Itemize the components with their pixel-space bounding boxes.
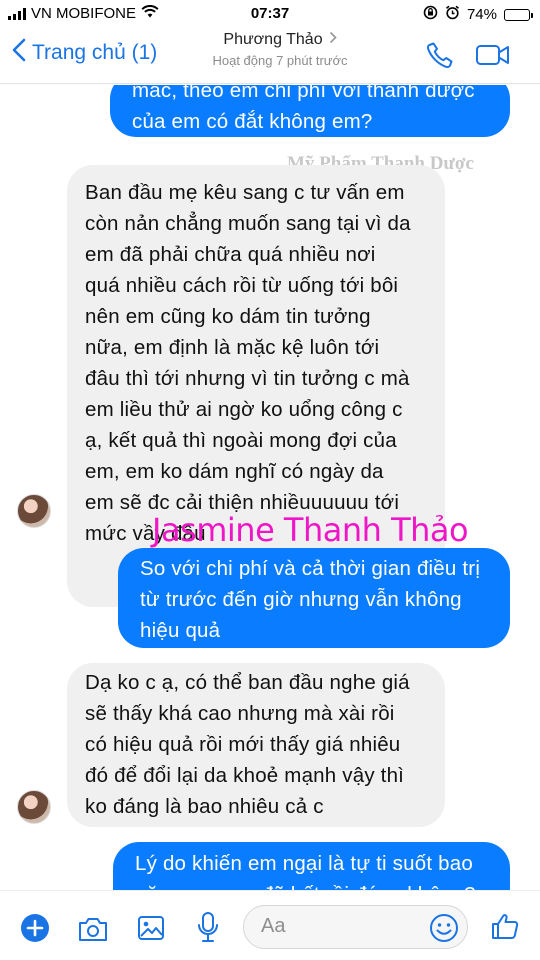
message-line: ko đáng là bao nhiêu cả c [85,795,324,818]
message-line: đâu thì tới nhưng vì tin tưởng c mà [85,367,410,390]
signature-text: Jasmine Thanh Thảo [152,511,469,549]
message-bubble-outgoing: So với chi phí và cả thời gian điều trị … [118,548,510,648]
phone-icon[interactable] [424,39,456,76]
message-line: đó để đổi lại da khoẻ mạnh vậy thì [85,764,405,787]
message-line: em đã phải chữa quá nhiều nơi [85,243,376,266]
contact-name: Phương Thảo [223,31,323,48]
composer-bar [0,890,540,960]
message-line: em liều thử ai ngờ ko uổng công c [85,398,403,421]
message-bubble-outgoing: Lý do khiến em ngại là tự ti suốt bao nă… [113,842,510,890]
contact-info[interactable]: Phương Thảo Hoạt động 7 phút trước [0,31,540,68]
contact-status: Hoạt động 7 phút trước [212,53,348,68]
camera-icon[interactable] [77,915,109,948]
message-line: nên em cũng ko dám tin tưởng [85,305,371,328]
message-line: Ban đầu mẹ kêu sang c tư vấn em [85,181,405,204]
contact-avatar[interactable] [17,790,51,824]
message-input[interactable] [261,915,411,938]
message-line: mắc, theo em chi phí với thanh dược [132,85,475,102]
plus-icon[interactable] [20,913,50,948]
message-bubble-incoming: Dạ ko c ạ, có thể ban đầu nghe giá sẽ th… [67,663,445,827]
message-line: ạ, kết quả thì ngoài mong đợi của [85,429,397,452]
orientation-lock-icon [423,5,438,24]
battery-icon [504,8,533,21]
message-input-box[interactable] [243,905,468,949]
message-line: nữa, em định là mặc kệ luôn tới [85,336,380,359]
battery-percent: 74% [466,6,497,23]
conversation-header: Trang chủ (1) Phương Thảo Hoạt động 7 ph… [0,28,540,84]
like-icon[interactable] [490,911,520,946]
status-right: 74% [423,5,533,24]
message-list[interactable]: mắc, theo em chi phí với thanh dược của … [0,85,540,890]
message-bubble-outgoing: mắc, theo em chi phí với thanh dược của … [110,85,510,137]
message-line: từ trước đến giờ nhưng vẫn không [140,588,462,611]
chevron-right-icon [329,31,337,49]
alarm-icon [445,5,460,24]
message-line: Dạ ko c ạ, có thể ban đầu nghe giá [85,671,410,694]
contact-name-row: Phương Thảo [223,31,337,49]
message-line: hiệu quả [140,619,221,642]
message-line: năm qua nay đã hết rồi đúng không? [135,879,488,890]
emoji-icon[interactable] [429,913,459,948]
message-line: So với chi phí và cả thời gian điều trị [140,557,481,580]
gallery-icon[interactable] [137,914,165,947]
contact-avatar[interactable] [17,494,51,528]
status-bar: VN MOBIFONE 07:37 74% [0,0,540,28]
message-line: em, em ko dám nghĩ có ngày da [85,460,384,483]
message-line: còn nản chẳng muốn sang tại vì da [85,212,411,235]
message-line: Lý do khiến em ngại là tự ti suốt bao [135,852,473,875]
message-line: của em có đắt không em? [132,110,373,133]
mic-icon[interactable] [197,911,219,948]
message-line: quá nhiều cách rồi từ uống tới bôi [85,274,399,297]
message-line: sẽ thấy khá cao nhưng mà xài rồi [85,702,395,725]
video-icon[interactable] [474,39,512,76]
message-line: có hiệu quả rồi mới thấy giá nhiêu [85,733,401,756]
